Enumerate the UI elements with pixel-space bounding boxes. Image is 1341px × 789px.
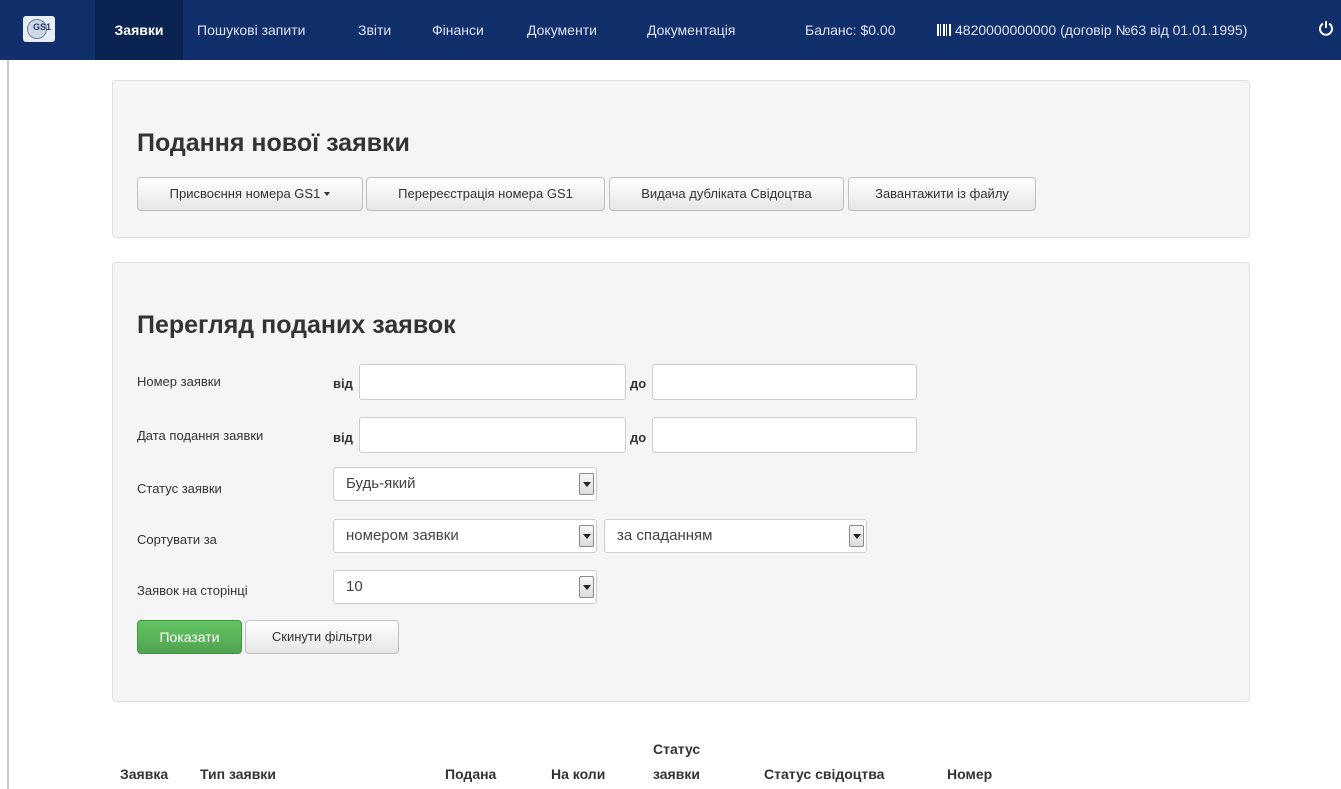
request-number-from-input[interactable] [359, 364, 626, 400]
new-request-panel: Подання нової заявки Присвоєння номера G… [112, 80, 1250, 238]
per-page-select[interactable]: 10 [333, 570, 597, 604]
dropdown-arrow-icon [579, 525, 594, 547]
status-label: Статус заявки [137, 481, 222, 496]
dropdown-arrow-icon [579, 473, 594, 495]
request-date-from-input[interactable] [359, 417, 626, 453]
balance-link[interactable]: Баланс: $0.00 [805, 0, 895, 60]
nav-item-reports[interactable]: Звіти [358, 0, 391, 60]
account-link[interactable]: 4820000000000 (договір №63 від 01.01.199… [937, 0, 1247, 60]
sort-field-select[interactable]: номером заявки [333, 519, 597, 553]
sort-direction-select[interactable]: за спаданням [604, 519, 867, 553]
nav-item-documentation[interactable]: Документація [647, 0, 735, 60]
new-request-title: Подання нової заявки [137, 129, 410, 157]
column-header-submitted[interactable]: Подана [445, 766, 496, 782]
status-select-value: Будь-який [346, 475, 416, 492]
column-header-when[interactable]: На коли [551, 766, 605, 782]
reset-filters-button[interactable]: Скинути фільтри [245, 620, 399, 654]
sort-field-value: номером заявки [346, 527, 459, 544]
power-icon[interactable] [1318, 20, 1334, 36]
nav-item-finances[interactable]: Фінанси [432, 0, 484, 60]
status-select[interactable]: Будь-який [333, 467, 597, 501]
column-header-request[interactable]: Заявка [120, 766, 168, 782]
reregister-gs1-number-button[interactable]: Перереєстрація номера GS1 [366, 177, 605, 211]
top-navbar: GS1 Заявки Пошукові запити Звіти Фінанси… [0, 0, 1341, 60]
nav-item-requests[interactable]: Заявки [95, 0, 183, 60]
column-header-certificate-status[interactable]: Статус свідоцтва [764, 766, 884, 782]
column-header-status-line1[interactable]: Статус [653, 741, 700, 757]
upload-from-file-button[interactable]: Завантажити із файлу [848, 177, 1036, 211]
column-header-status-line2[interactable]: заявки [653, 766, 700, 782]
per-page-value: 10 [346, 578, 363, 595]
assign-gs1-number-label: Присвоєння номера GS1 [169, 186, 321, 201]
request-number-to-label: до [630, 376, 647, 391]
gs1-logo[interactable]: GS1 [23, 16, 55, 42]
show-button[interactable]: Показати [137, 620, 242, 654]
column-header-type[interactable]: Тип заявки [200, 766, 276, 782]
request-number-from-label: від [333, 376, 353, 391]
per-page-label: Заявок на сторінці [137, 583, 248, 598]
filters-panel: Перегляд поданих заявок Номер заявки від… [112, 262, 1250, 702]
filters-title: Перегляд поданих заявок [137, 311, 456, 339]
column-header-number[interactable]: Номер [947, 766, 992, 782]
request-date-to-input[interactable] [652, 417, 917, 453]
request-date-to-label: до [630, 430, 647, 445]
left-edge-divider [7, 60, 9, 789]
sort-direction-value: за спаданням [617, 527, 713, 544]
nav-item-search-queries[interactable]: Пошукові запити [197, 0, 305, 60]
request-date-label: Дата подання заявки [137, 428, 264, 443]
sort-label: Сортувати за [137, 532, 217, 547]
barcode-icon [937, 24, 951, 36]
caret-down-icon [324, 192, 331, 196]
dropdown-arrow-icon [579, 576, 594, 598]
request-number-to-input[interactable] [652, 364, 917, 400]
request-date-from-label: від [333, 430, 353, 445]
account-label: 4820000000000 (договір №63 від 01.01.199… [955, 22, 1248, 38]
dropdown-arrow-icon [849, 525, 864, 547]
logo-text: GS1 [33, 22, 52, 32]
issue-duplicate-certificate-button[interactable]: Видача дубліката Свідоцтва [609, 177, 844, 211]
nav-item-documents[interactable]: Документи [527, 0, 597, 60]
assign-gs1-number-dropdown[interactable]: Присвоєння номера GS1 [137, 177, 363, 211]
request-number-label: Номер заявки [137, 374, 221, 389]
